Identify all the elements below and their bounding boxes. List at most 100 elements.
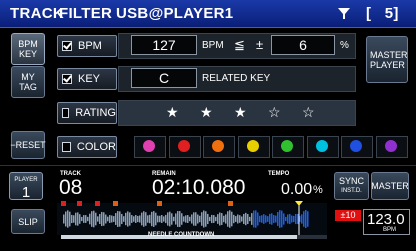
color-filter-label: COLOR [76,141,116,153]
player-number: 1 [21,184,31,201]
waveform-bar [81,216,83,222]
sync-button[interactable]: SYNC INST.D. [334,172,369,200]
waveform-bar [185,215,187,223]
waveform-bar [83,215,85,223]
waveform-bar [179,211,181,227]
related-key-label: RELATED KEY [202,73,271,84]
waveform-bar [273,215,275,223]
color-swatch-4[interactable] [237,136,270,158]
rating-star-3[interactable]: ★ [234,105,247,119]
waveform-bar [209,216,211,222]
key-checkbox[interactable] [62,74,72,84]
my-tag-button[interactable]: MY TAG [11,66,45,98]
waveform-bar [229,210,231,228]
color-swatch-5[interactable] [272,136,304,158]
color-dot-8 [384,140,397,152]
waveform-bar [79,214,81,224]
reset-label: −RESET [10,140,46,150]
color-filter-toggle[interactable]: COLOR [57,136,117,158]
my-tag-label: MY TAG [19,72,37,92]
waveform-bar [295,213,297,225]
master-player-button[interactable]: MASTER PLAYER [366,36,408,83]
waveform-bar [253,210,255,228]
color-swatch-8[interactable] [375,136,408,158]
waveform-bar [183,216,185,222]
rating-star-1[interactable]: ★ [166,105,179,119]
hot-cue-marker [61,201,66,206]
bpm-readout: 123.0 [367,211,405,228]
rating-star-4[interactable]: ☆ [268,105,281,119]
waveform-bar [195,212,197,226]
bpm-filter-toggle[interactable]: BPM [57,35,117,57]
waveform-bar [141,212,143,226]
waveform-bar [199,215,201,223]
color-checkbox[interactable] [62,142,71,152]
master-player-label: MASTER PLAYER [370,49,408,70]
waveform-bar [105,214,107,224]
waveform-bar [139,215,141,223]
color-swatch-1[interactable] [134,136,166,158]
key-filter-toggle[interactable]: KEY [57,68,117,90]
waveform-bar [217,214,219,224]
header-filter: FILTER [59,5,113,22]
waveform-bar [149,214,151,224]
waveform-bar [145,212,147,226]
waveform-bar [71,214,73,224]
waveform-bar [287,214,289,224]
reset-button[interactable]: −RESET [10,131,46,159]
waveform-bar [261,215,263,223]
waveform-bar [283,213,285,225]
waveform-bar [169,211,171,227]
slip-button[interactable]: SLIP [11,209,45,234]
color-swatch-3[interactable] [203,136,235,158]
waveform-bar [165,214,167,224]
waveform-bar [135,215,137,223]
waveform-bar [171,213,173,225]
waveform-bar [117,211,119,227]
waveform-bar [265,215,267,223]
color-dot-1 [143,140,155,152]
waveform-bar [127,211,129,227]
color-swatch-6[interactable] [306,136,339,158]
waveform-bar [125,212,127,226]
master-button[interactable]: MASTER [371,172,409,200]
waveform-bar [113,216,115,222]
bpm-range-field[interactable]: 6 [271,35,335,55]
waveform-bar [85,215,87,223]
waveform-bar [213,215,215,223]
color-swatch-7[interactable] [341,136,373,158]
waveform-bar [271,213,273,225]
bpm-key-button[interactable]: BPM KEY [11,33,45,65]
waveform-bar [281,210,283,228]
rating-star-5[interactable]: ☆ [302,105,315,119]
bpm-value-field[interactable]: 127 [131,35,197,55]
bpm-key-label: BPM KEY [18,39,38,59]
rating-checkbox[interactable] [62,108,70,118]
waveform-bar [203,210,205,228]
waveform-bar [285,216,287,222]
bpm-checkbox[interactable] [62,41,72,51]
waveform-bar [129,212,131,226]
waveform-bar [223,215,225,223]
waveform-bar [255,210,257,228]
color-swatch-2[interactable] [168,136,201,158]
waveform-bar [87,216,89,222]
waveform-bar [77,212,79,226]
tempo-percent: % [313,184,323,196]
key-value-field[interactable]: C [131,68,197,88]
waveform-bar [177,211,179,227]
needle-countdown-label: NEEDLE COUNTDOWN [148,232,215,238]
waveform-bar [131,215,133,223]
waveform-bar [249,216,251,222]
header-bar: TRACK FILTER USB@PLAYER1 [ 5] [0,0,416,28]
waveform-bar [119,211,121,227]
waveform-bar [75,212,77,226]
waveform-bar [155,212,157,226]
rating-filter-toggle[interactable]: RATING [57,102,117,124]
waveform-bar [207,213,209,225]
rating-star-2[interactable]: ★ [200,105,213,119]
color-dot-4 [246,140,259,152]
inst-doubles-label: INST.D. [341,188,362,194]
waveform-bar [89,213,91,225]
waveform-bar [297,213,299,225]
